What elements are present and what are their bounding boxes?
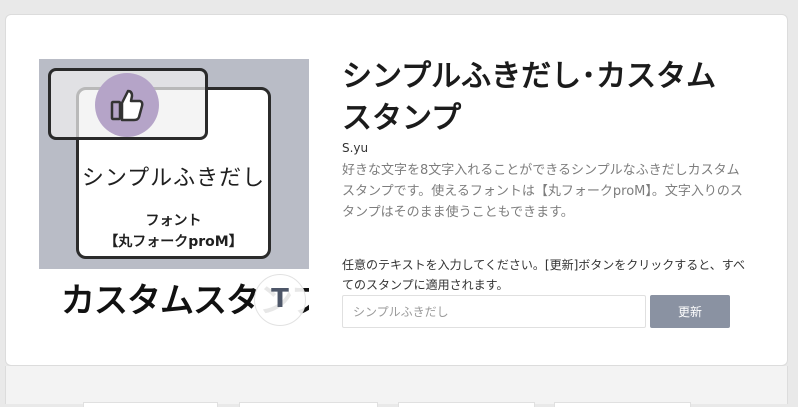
custom-text-input[interactable] [342, 295, 646, 328]
bottom-tab[interactable] [83, 402, 218, 407]
bottom-tab[interactable] [398, 402, 535, 407]
bottom-tab[interactable] [554, 402, 691, 407]
bubble-text: シンプルふきだし [81, 166, 266, 191]
product-description: 好きな文字を8文字入れることができるシンプルなふきだしカスタムスタンプです。使え… [342, 163, 743, 220]
t-icon: T [271, 284, 289, 314]
thumbs-up-badge [95, 73, 159, 137]
font-name: 【丸フォークproM】 [104, 234, 243, 250]
custom-text-instructions: 任意のテキストを入力してください。[更新]ボタンをクリックすると、すべてのスタン… [342, 258, 745, 292]
text-edit-badge: T [254, 274, 306, 326]
thumbs-up-icon [110, 89, 144, 122]
author-name[interactable]: S.yu [342, 141, 368, 155]
bottom-tab[interactable] [239, 402, 378, 407]
update-button[interactable]: 更新 [650, 295, 730, 328]
product-image: シンプルふきだし フォント 【丸フォークproM】 カスタムスタンプ T [39, 59, 309, 329]
product-title: シンプルふきだし･カスタムスタンプ [342, 59, 717, 136]
bottom-area [5, 366, 788, 407]
font-label: フォント [145, 213, 202, 229]
